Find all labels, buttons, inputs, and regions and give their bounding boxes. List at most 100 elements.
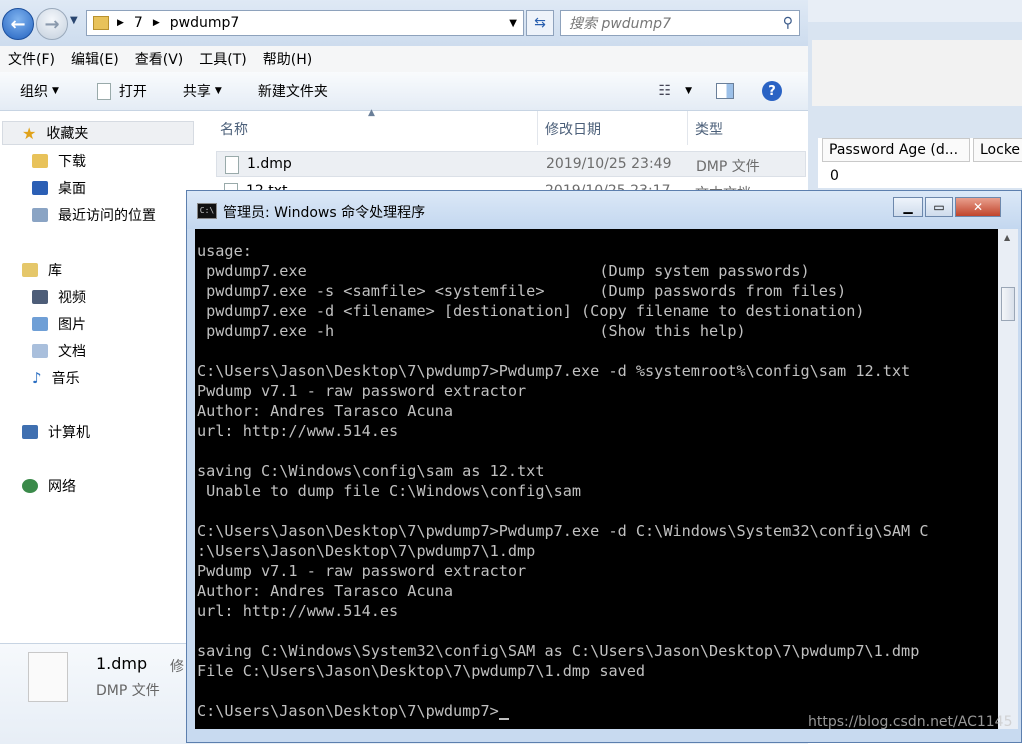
scroll-up-icon[interactable]: ▲	[1004, 233, 1010, 242]
preview-pane-button[interactable]	[716, 83, 734, 99]
nav-pictures[interactable]: 图片	[32, 314, 86, 334]
vertical-scrollbar[interactable]: ▲	[998, 229, 1018, 729]
recent-pages-dropdown[interactable]: ▼	[70, 15, 78, 26]
refresh-icon: ⇆	[534, 15, 546, 31]
nav-computer[interactable]: 计算机	[22, 422, 90, 442]
console-line: url: http://www.514.es	[197, 602, 399, 620]
share-button[interactable]: 共享 ▼	[183, 81, 222, 101]
nav-label: 网络	[48, 479, 76, 495]
address-input[interactable]: ▶ 7 ▶ pwdump7 ▼	[86, 10, 524, 36]
column-header-locked[interactable]: Locke	[973, 138, 1022, 162]
menu-tools[interactable]: 工具(T)	[199, 49, 246, 69]
menu-file[interactable]: 文件(F)	[8, 49, 55, 69]
cmd-window: C:\ 管理员: Windows 命令处理程序 ▁ ▭ ✕ usage: pwd…	[186, 190, 1022, 743]
table-cell: 0	[830, 168, 839, 184]
nav-videos[interactable]: 视频	[32, 287, 86, 307]
nav-label: 文档	[58, 344, 86, 360]
nav-network[interactable]: 网络	[22, 476, 76, 496]
nav-label: 图片	[58, 317, 86, 333]
menu-edit[interactable]: 编辑(E)	[71, 49, 119, 69]
column-header-modified[interactable]: 修改日期	[545, 119, 601, 139]
arrow-right-icon: →	[44, 13, 60, 35]
scroll-thumb[interactable]	[1001, 287, 1015, 321]
nav-label: 计算机	[48, 425, 90, 441]
close-button[interactable]: ✕	[955, 197, 1001, 217]
video-icon	[32, 290, 48, 304]
share-label: 共享	[182, 84, 211, 100]
view-list-icon: ☷	[658, 83, 672, 99]
details-file-name: 1.dmp	[96, 654, 148, 673]
menu-view[interactable]: 查看(V)	[135, 49, 184, 69]
nav-label: 视频	[58, 290, 86, 306]
open-label: 打开	[118, 84, 147, 100]
file-icon	[225, 156, 239, 174]
console-line: pwdump7.exe -s <samfile> <systemfile> (D…	[197, 282, 847, 300]
refresh-button[interactable]: ⇆	[526, 10, 554, 36]
computer-icon	[22, 425, 38, 439]
console-line: Unable to dump file C:\Windows\config\sa…	[197, 482, 582, 500]
nav-music[interactable]: ♪ 音乐	[32, 368, 80, 388]
nav-recent[interactable]: 最近访问的位置	[32, 205, 156, 225]
breadcrumb-separator-icon: ▶	[117, 18, 124, 28]
forward-button[interactable]: →	[36, 8, 68, 40]
recent-places-icon	[32, 208, 48, 222]
file-icon	[96, 82, 111, 100]
maximize-button[interactable]: ▭	[925, 197, 953, 217]
help-icon: ?	[762, 81, 782, 101]
view-options-button[interactable]: ☷ ▼	[659, 83, 692, 99]
chevron-down-icon: ▼	[214, 86, 222, 96]
console-output[interactable]: usage: pwdump7.exe (Dump system password…	[195, 229, 998, 729]
breadcrumb-item[interactable]: 7	[134, 15, 143, 31]
column-header-type[interactable]: 类型	[695, 119, 723, 139]
search-placeholder: 搜索 pwdump7	[569, 16, 671, 32]
arrow-left-icon: ←	[10, 13, 26, 35]
header-label: Locke	[980, 142, 1021, 158]
organize-label: 组织	[20, 84, 48, 100]
minimize-icon: ▁	[903, 200, 913, 214]
column-header-name[interactable]: 名称	[220, 119, 248, 139]
nav-desktop[interactable]: 桌面	[32, 178, 86, 198]
column-header-password-age[interactable]: Password Age (d...	[822, 138, 970, 162]
address-dropdown-icon[interactable]: ▼	[509, 18, 517, 29]
table-row[interactable]: 1.dmp 2019/10/25 23:49 DMP 文件	[216, 151, 806, 177]
library-icon	[22, 263, 38, 277]
window-titlebar	[808, 0, 1022, 22]
open-button[interactable]: 打开	[96, 81, 147, 101]
menu-help[interactable]: 帮助(H)	[263, 49, 312, 69]
text-cursor	[498, 718, 509, 720]
cmd-icon: C:\	[197, 203, 217, 219]
address-bar-area: ← → ▼ ▶ 7 ▶ pwdump7 ▼ ⇆ 搜索 pwdump7 ⚲	[0, 0, 808, 46]
console-line: Author: Andres Tarasco Acuna	[197, 582, 454, 600]
new-folder-button[interactable]: 新建文件夹	[258, 81, 328, 101]
minimize-button[interactable]: ▁	[893, 197, 923, 217]
breadcrumb-item[interactable]: pwdump7	[170, 15, 240, 31]
column-separator[interactable]	[687, 111, 688, 145]
cmd-titlebar[interactable]: C:\ 管理员: Windows 命令处理程序 ▁ ▭ ✕	[187, 191, 1021, 229]
help-button[interactable]: ?	[762, 81, 782, 101]
nav-downloads[interactable]: 下载	[32, 151, 86, 171]
cmd-bottom-border	[187, 729, 1021, 742]
documents-icon	[32, 344, 48, 358]
console-line: C:\Users\Jason\Desktop\7\pwdump7>Pwdump7…	[197, 522, 929, 540]
search-input[interactable]: 搜索 pwdump7 ⚲	[560, 10, 800, 36]
nav-label: 收藏夹	[46, 126, 89, 142]
new-folder-label: 新建文件夹	[257, 84, 328, 100]
search-icon: ⚲	[782, 15, 793, 31]
nav-libraries[interactable]: 库	[22, 260, 62, 280]
console-line: Pwdump v7.1 - raw password extractor	[197, 562, 527, 580]
column-separator[interactable]	[537, 111, 538, 145]
downloads-folder-icon	[32, 154, 48, 168]
back-button[interactable]: ←	[2, 8, 34, 40]
console-line: saving C:\Windows\config\sam as 12.txt	[197, 462, 545, 480]
header-label: Password Age (d...	[829, 142, 959, 158]
file-type: DMP 文件	[696, 159, 760, 175]
organize-button[interactable]: 组织 ▼	[20, 81, 59, 101]
console-line: Author: Andres Tarasco Acuna	[197, 402, 454, 420]
chevron-down-icon: ▼	[685, 86, 692, 96]
accounts-table: Password Age (d... Locke 0	[818, 138, 1022, 188]
console-line: C:\Users\Jason\Desktop\7\pwdump7>Pwdump7…	[197, 362, 911, 380]
console-line: saving C:\Windows\System32\config\SAM as…	[197, 642, 920, 660]
nav-favorites[interactable]: ★ 收藏夹	[22, 123, 88, 143]
navigation-pane: ★ 收藏夹 下载 桌面 最近访问的位置 库 视频 图片 文档 ♪ 音乐 计算机 网络	[0, 111, 200, 641]
nav-documents[interactable]: 文档	[32, 341, 86, 361]
